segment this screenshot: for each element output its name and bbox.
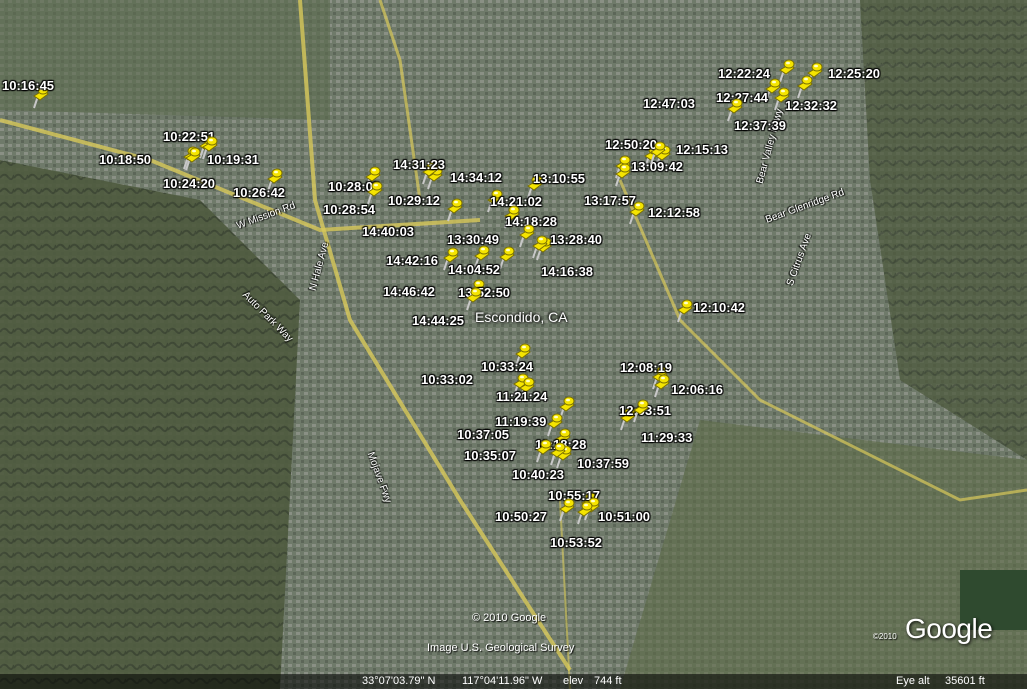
pin-time-label: 10:26:42 bbox=[233, 185, 286, 200]
pin-time-label: 14:40:03 bbox=[362, 224, 415, 239]
copyright-center: © 2010 Google bbox=[472, 612, 547, 624]
pushpin-icon[interactable] bbox=[610, 162, 632, 188]
pin-time-label: 10:16:45 bbox=[2, 78, 55, 93]
longitude-readout: 117°04'11.96" W bbox=[462, 675, 543, 687]
pin-time-label: 11:29:33 bbox=[641, 430, 693, 445]
pin-time-label: 14:46:42 bbox=[383, 284, 436, 299]
pin-time-label: 13:28:40 bbox=[550, 232, 603, 247]
pin-time-label: 10:33:02 bbox=[421, 372, 474, 387]
pin-time-label: 11:21:24 bbox=[496, 389, 548, 404]
pin-time-label: 10:51:00 bbox=[598, 509, 651, 524]
pin-time-label: 12:37:39 bbox=[734, 118, 787, 133]
pin-time-label: 14:34:12 bbox=[450, 170, 503, 185]
pushpin-icon[interactable] bbox=[572, 500, 594, 526]
pushpin-icon[interactable] bbox=[624, 200, 646, 226]
pin-time-label: 14:44:25 bbox=[412, 313, 465, 328]
city-label: Escondido, CA bbox=[475, 309, 568, 325]
pushpin-icon[interactable] bbox=[438, 246, 460, 272]
imagery-credit: Image U.S. Geological Survey bbox=[427, 642, 575, 654]
logo-copyright: ©2010 bbox=[873, 632, 897, 641]
pushpin-icon[interactable] bbox=[180, 146, 202, 172]
pin-time-label: 10:28:54 bbox=[323, 202, 376, 217]
status-bar: 33°07'03.79" N 117°04'11.96" W elev 744 … bbox=[0, 674, 1027, 689]
eye-alt-value: 35601 ft bbox=[945, 675, 985, 687]
eye-alt-label: Eye alt bbox=[896, 675, 930, 687]
pin-time-label: 12:47:03 bbox=[643, 96, 696, 111]
pushpin-icon[interactable] bbox=[672, 298, 694, 324]
pin-time-label: 10:53:52 bbox=[550, 535, 603, 550]
pin-time-label: 10:24:20 bbox=[163, 176, 216, 191]
pin-time-label: 10:40:23 bbox=[512, 467, 565, 482]
pin-time-label: 14:16:38 bbox=[541, 264, 594, 279]
pin-time-label: 10:18:50 bbox=[99, 152, 152, 167]
pin-time-label: 13:10:55 bbox=[533, 171, 586, 186]
pin-time-label: 12:25:20 bbox=[828, 66, 881, 81]
pin-time-label: 12:10:42 bbox=[693, 300, 746, 315]
pushpin-icon[interactable] bbox=[645, 140, 667, 166]
pin-time-label: 10:50:27 bbox=[495, 509, 548, 524]
pin-time-label: 14:31:23 bbox=[393, 157, 446, 172]
pin-time-label: 12:32:32 bbox=[785, 98, 838, 113]
pin-time-label: 12:15:13 bbox=[676, 142, 729, 157]
pushpin-icon[interactable] bbox=[527, 234, 549, 260]
pin-time-label: 10:37:05 bbox=[457, 427, 510, 442]
pushpin-icon[interactable] bbox=[442, 197, 464, 223]
pin-time-label: 10:35:07 bbox=[464, 448, 517, 463]
pin-time-label: 14:42:16 bbox=[386, 253, 439, 268]
pushpin-icon[interactable] bbox=[545, 441, 567, 467]
elevation-label: elev bbox=[563, 675, 584, 687]
google-logo: Google bbox=[905, 613, 993, 644]
pin-time-label: 10:19:31 bbox=[207, 152, 260, 167]
map-view[interactable]: W Mission Rd Auto Park Way N Hale Ave Mojav… bbox=[0, 0, 1027, 689]
pushpin-icon[interactable] bbox=[649, 373, 671, 399]
elevation-value: 744 ft bbox=[594, 675, 622, 687]
pushpin-icon[interactable] bbox=[792, 74, 814, 100]
pushpin-icon[interactable] bbox=[628, 398, 650, 424]
latitude-readout: 33°07'03.79" N bbox=[362, 675, 436, 687]
pin-time-label: 10:29:12 bbox=[388, 193, 441, 208]
pushpin-icon[interactable] bbox=[769, 86, 791, 112]
pin-time-label: 12:06:16 bbox=[671, 382, 724, 397]
pin-time-label: 10:37:59 bbox=[577, 456, 630, 471]
pin-time-label: 12:12:58 bbox=[648, 205, 701, 220]
